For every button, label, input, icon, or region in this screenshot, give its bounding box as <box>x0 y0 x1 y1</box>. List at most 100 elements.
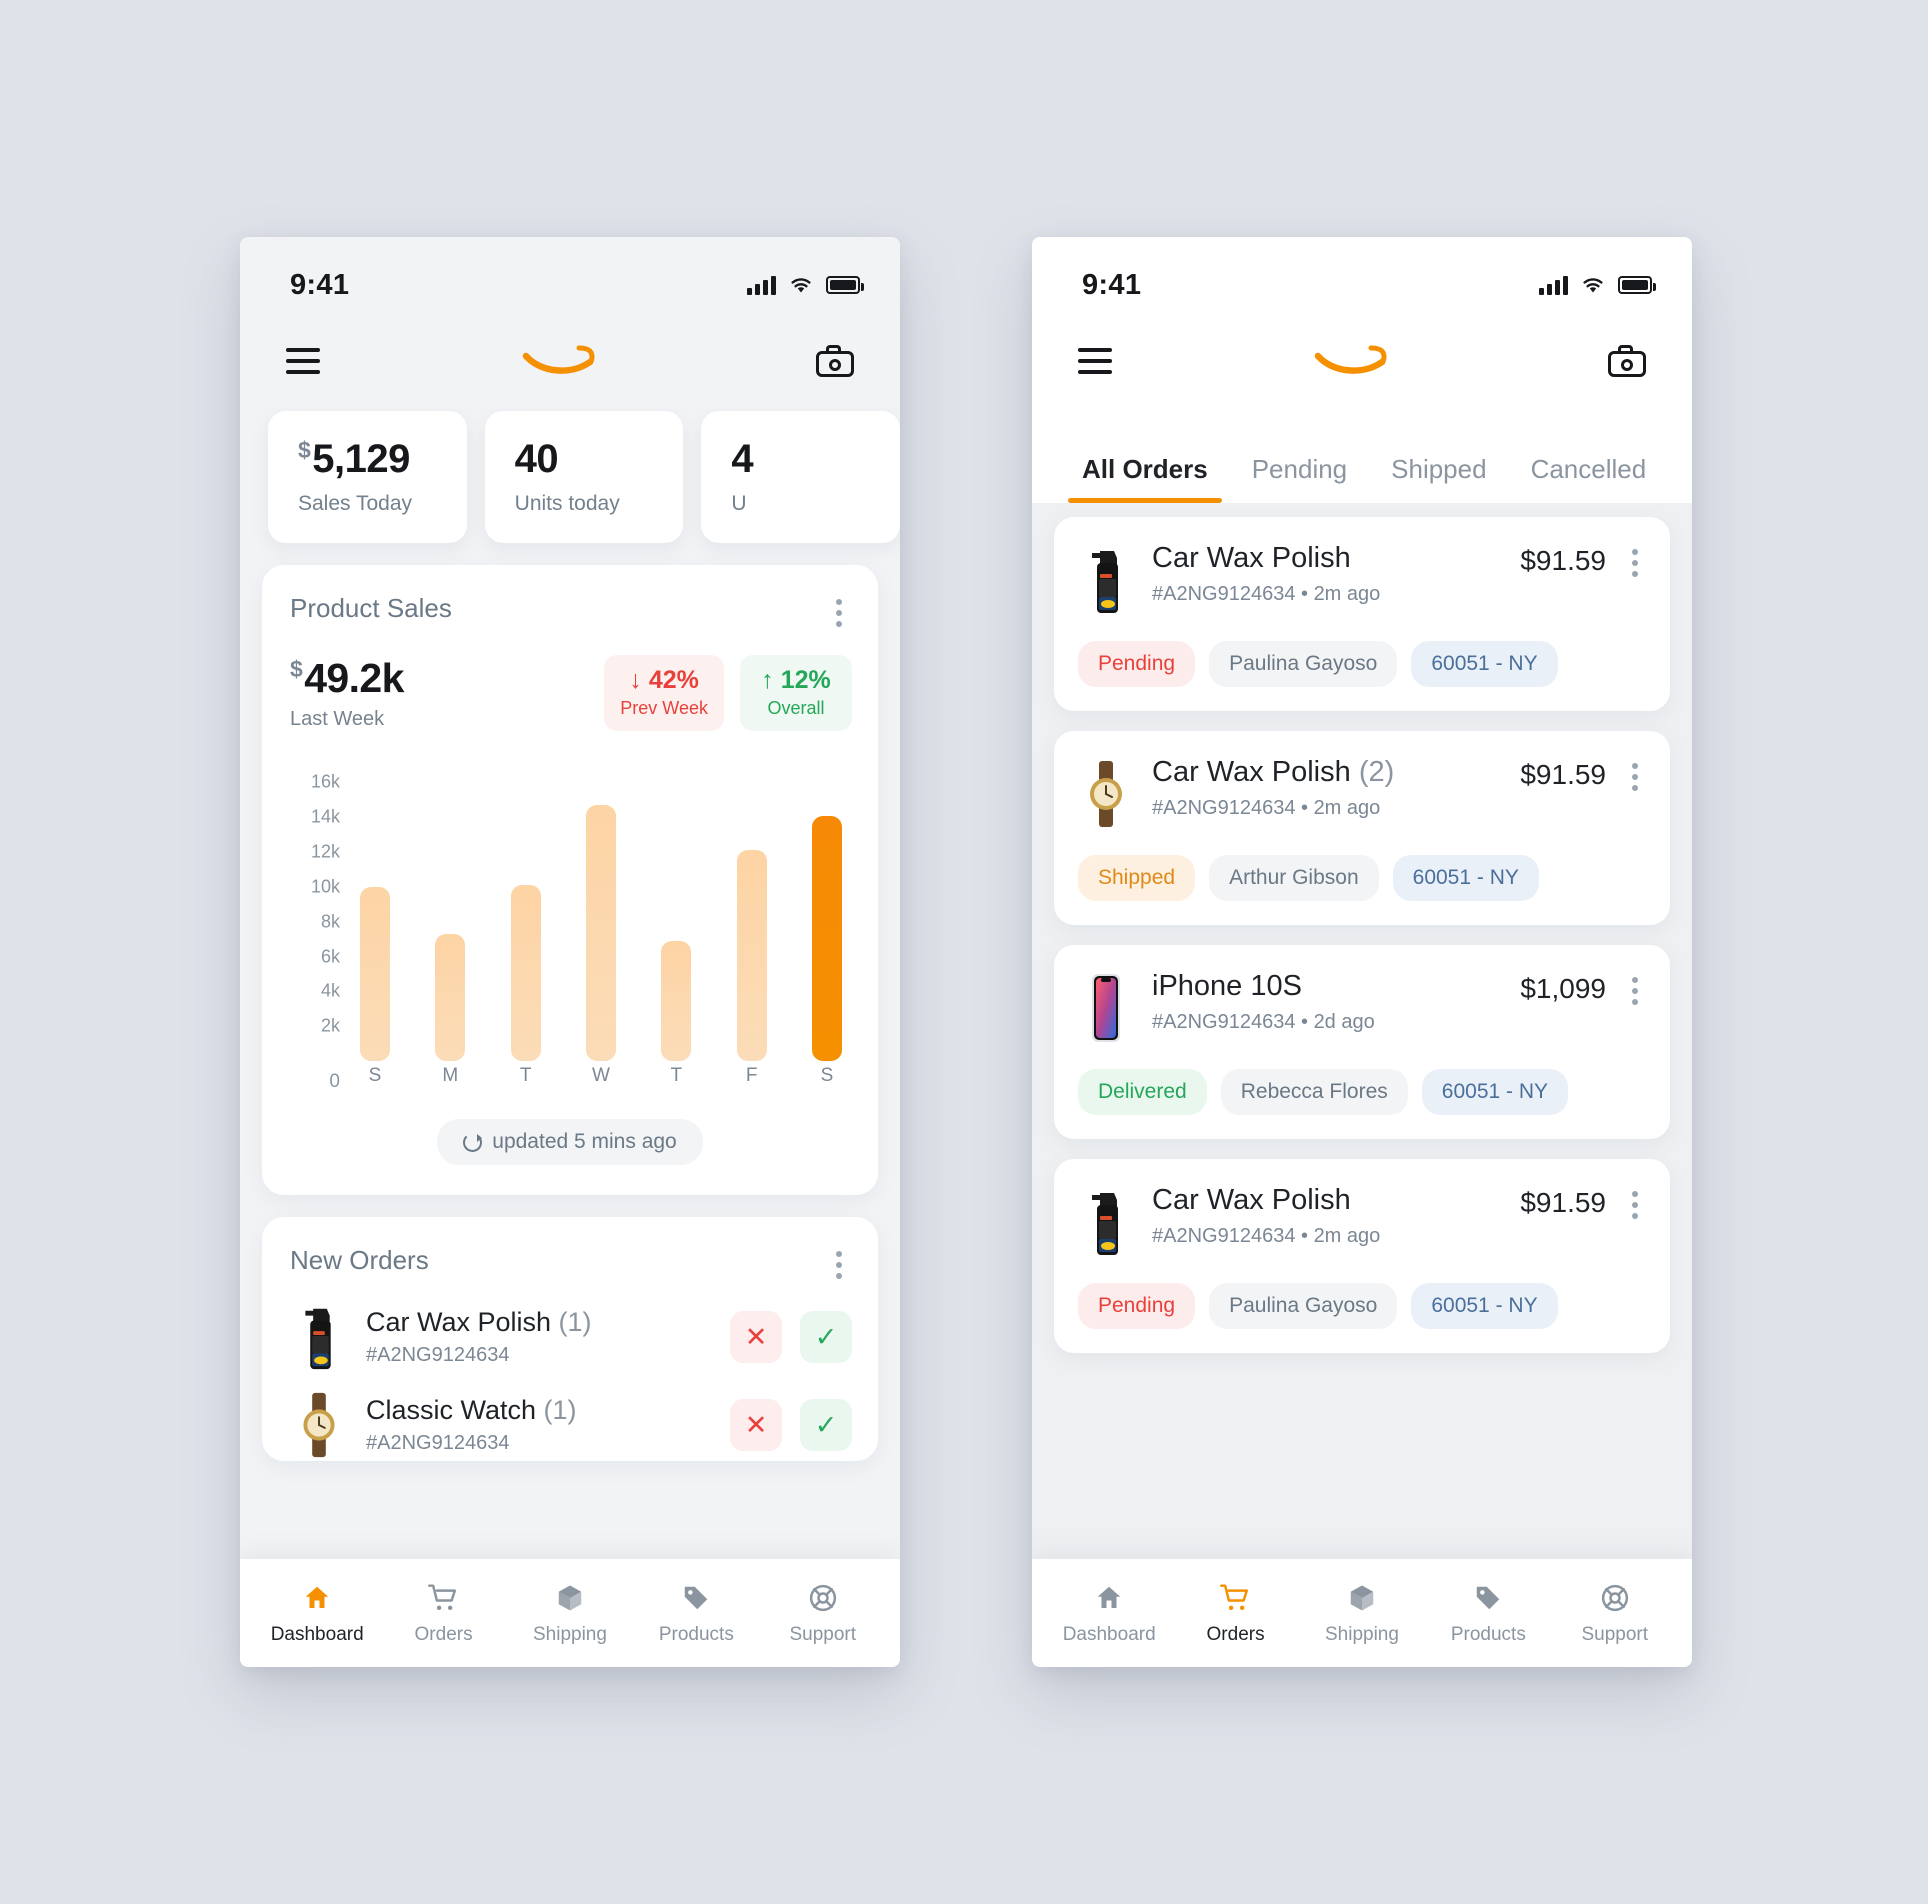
chart-y-tick: 10k <box>310 876 340 897</box>
tabbar-item-orders[interactable]: Orders <box>396 1581 492 1646</box>
chart-plot-area <box>350 765 852 1061</box>
status-bar-right: 9:41 <box>1032 237 1692 315</box>
dashboard-scroll: $5,129 Sales Today 40 Units today 4 U Pr… <box>240 407 900 1461</box>
bottom-tab-bar-left: Dashboard Orders Shipping Products Support <box>240 1559 900 1667</box>
chart-bar[interactable] <box>360 886 390 1061</box>
signal-icon <box>747 275 776 295</box>
more-options-icon[interactable] <box>1624 1185 1646 1225</box>
more-options-icon[interactable] <box>1624 757 1646 797</box>
chart-bar[interactable] <box>736 850 767 1061</box>
metric-number: 49.2k <box>304 655 404 701</box>
product-quantity: (1) <box>543 1395 577 1425</box>
tabbar-label: Support <box>1581 1623 1649 1645</box>
stat-card-sales-today[interactable]: $5,129 Sales Today <box>268 411 467 543</box>
updated-badge[interactable]: updated 5 mins ago <box>437 1119 703 1165</box>
order-chips: Pending Paulina Gayoso 60051 - NY <box>1078 1283 1646 1329</box>
reject-order-button[interactable]: ✕ <box>730 1399 782 1451</box>
status-badge: Delivered <box>1078 1069 1207 1115</box>
accept-order-button[interactable]: ✓ <box>800 1399 852 1451</box>
amazon-smile-logo <box>320 343 816 379</box>
phone-dashboard: 9:41 $5,129 Sales Today 40 Units today 4… <box>240 237 900 1667</box>
camera-icon[interactable] <box>1608 345 1646 377</box>
chart-bar[interactable] <box>510 885 541 1061</box>
tab-pending[interactable]: Pending <box>1230 454 1369 503</box>
chart-y-axis: 16k 14k 12k 10k 8k 6k 4k 2k <box>288 765 340 1061</box>
status-indicators <box>1539 275 1656 295</box>
badge-prev-week: ↓ 42% Prev Week <box>604 655 724 731</box>
new-order-row[interactable]: Classic Watch (1) #A2NG9124634 ✕ ✓ <box>262 1373 878 1461</box>
orders-content: Car Wax Polish #A2NG9124634 • 2m ago $91.5… <box>1032 503 1692 1667</box>
menu-icon[interactable] <box>286 348 320 374</box>
product-name: iPhone 10S <box>1152 970 1302 1002</box>
chart-bar[interactable] <box>811 815 842 1061</box>
status-time: 9:41 <box>1082 268 1142 301</box>
new-order-row[interactable]: Car Wax Polish (1) #A2NG9124634 ✕ ✓ <box>262 1285 878 1373</box>
tabbar-item-dashboard[interactable]: Dashboard <box>269 1581 365 1646</box>
arrow-up-icon: ↑ <box>761 666 774 694</box>
stat-number: 4 <box>731 437 754 481</box>
tabbar-item-shipping[interactable]: Shipping <box>1314 1581 1410 1646</box>
tabbar-item-orders[interactable]: Orders <box>1188 1581 1284 1646</box>
order-card-header: Car Wax Polish (2) #A2NG9124634 • 2m ago $… <box>1078 756 1646 831</box>
tabbar-item-shipping[interactable]: Shipping <box>522 1581 618 1646</box>
tab-all-orders[interactable]: All Orders <box>1060 454 1230 503</box>
order-card-header: Car Wax Polish #A2NG9124634 • 2m ago $91.5… <box>1078 542 1646 617</box>
order-card-header: iPhone 10S #A2NG9124634 • 2d ago $1,099 <box>1078 970 1646 1045</box>
tabbar-item-products[interactable]: Products <box>648 1581 744 1646</box>
order-card[interactable]: Car Wax Polish #A2NG9124634 • 2m ago $91.5… <box>1054 1159 1670 1353</box>
screenshot-canvas: 9:41 $5,129 Sales Today 40 Units today 4… <box>0 0 1928 1904</box>
reject-order-button[interactable]: ✕ <box>730 1311 782 1363</box>
product-name: Car Wax Polish (2) <box>1152 756 1395 788</box>
arrow-down-icon: ↓ <box>629 666 642 694</box>
tab-shipped[interactable]: Shipped <box>1369 454 1508 503</box>
signal-icon <box>1539 275 1568 295</box>
more-options-icon[interactable] <box>828 593 850 633</box>
chart-y-tick: 6k <box>320 946 340 967</box>
tag-icon <box>681 1581 711 1615</box>
tabbar-item-support[interactable]: Support <box>1567 1581 1663 1646</box>
tabbar-item-support[interactable]: Support <box>775 1581 871 1646</box>
menu-icon[interactable] <box>1078 348 1112 374</box>
chart-x-tick: W <box>592 1065 610 1086</box>
order-filter-tabs: All Orders Pending Shipped Cancelled <box>1032 407 1692 503</box>
tabbar-label: Dashboard <box>1062 1623 1156 1645</box>
new-orders-list: Car Wax Polish (1) #A2NG9124634 ✕ ✓ Classic … <box>262 1285 878 1461</box>
order-chips: Shipped Arthur Gibson 60051 - NY <box>1078 855 1646 901</box>
order-card-info: Car Wax Polish #A2NG9124634 • 2m ago <box>1152 542 1502 606</box>
bottom-tab-bar-right: Dashboard Orders Shipping Products Support <box>1032 1559 1692 1667</box>
home-icon <box>1094 1581 1124 1615</box>
order-meta: #A2NG9124634 • 2m ago <box>1152 582 1381 605</box>
chart-y-tick: 8k <box>320 911 340 932</box>
tabbar-item-dashboard[interactable]: Dashboard <box>1061 1581 1157 1646</box>
order-card[interactable]: Car Wax Polish #A2NG9124634 • 2m ago $91.5… <box>1054 517 1670 711</box>
stat-number: 40 <box>514 437 559 481</box>
stat-card-partial[interactable]: 4 U <box>701 411 900 543</box>
order-meta: #A2NG9124634 • 2m ago <box>1152 1224 1381 1247</box>
tab-cancelled[interactable]: Cancelled <box>1509 454 1669 503</box>
accept-order-button[interactable]: ✓ <box>800 1311 852 1363</box>
lifebuoy-icon <box>1600 1581 1630 1615</box>
stat-cards-row: $5,129 Sales Today 40 Units today 4 U <box>240 407 900 543</box>
chart-x-tick: T <box>519 1065 532 1086</box>
updated-text: updated 5 mins ago <box>492 1130 677 1153</box>
more-options-icon[interactable] <box>828 1245 850 1285</box>
cart-icon <box>1219 1581 1252 1615</box>
more-options-icon[interactable] <box>1624 543 1646 583</box>
customer-chip: Arthur Gibson <box>1209 855 1379 901</box>
chart-y-tick: 2k <box>320 1015 340 1036</box>
order-card[interactable]: Car Wax Polish (2) #A2NG9124634 • 2m ago $… <box>1054 731 1670 925</box>
chart-bar[interactable] <box>585 805 616 1061</box>
chart-y-tick: 4k <box>320 980 340 1001</box>
status-badge: Pending <box>1078 641 1196 687</box>
stat-card-units-today[interactable]: 40 Units today <box>484 411 684 543</box>
badge-pct: 42% <box>648 666 699 694</box>
tabbar-item-products[interactable]: Products <box>1440 1581 1536 1646</box>
camera-icon[interactable] <box>816 345 854 377</box>
box-icon <box>1347 1581 1377 1615</box>
order-card[interactable]: iPhone 10S #A2NG9124634 • 2d ago $1,099 Del… <box>1054 945 1670 1139</box>
more-options-icon[interactable] <box>1624 971 1646 1011</box>
chart-x-axis: SMTWTFS <box>350 1065 852 1095</box>
chart-y-tick: 16k <box>310 771 340 792</box>
chart-bar[interactable] <box>435 933 466 1061</box>
chart-bar[interactable] <box>661 940 692 1061</box>
